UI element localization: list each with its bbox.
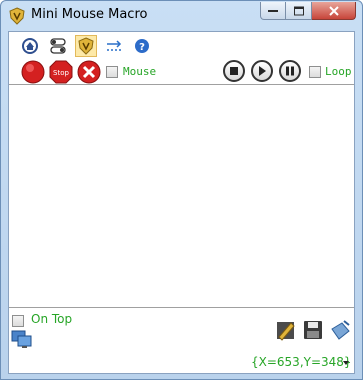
app-window: Mini Mouse Macro ? Stop Mouse Loop On To… bbox=[0, 0, 363, 380]
shield-logo-icon bbox=[9, 7, 25, 25]
title-bar[interactable]: Mini Mouse Macro bbox=[1, 1, 362, 31]
cursor-coordinates: {X=653,Y=348} bbox=[251, 355, 352, 369]
toggles-icon bbox=[50, 38, 66, 54]
ontop-label: On Top bbox=[31, 312, 73, 326]
stop-record-button[interactable]: Stop bbox=[49, 60, 73, 84]
help-button[interactable]: ? bbox=[131, 35, 153, 57]
mouse-checkbox[interactable] bbox=[106, 66, 118, 78]
loop-label: Loop bbox=[325, 65, 352, 78]
help-icon: ? bbox=[135, 39, 149, 53]
toolbar-row-1: ? bbox=[19, 35, 159, 57]
loop-checkbox[interactable] bbox=[309, 66, 321, 78]
home-button[interactable] bbox=[19, 35, 41, 57]
toggles-button[interactable] bbox=[47, 35, 69, 57]
maximize-icon bbox=[293, 6, 304, 15]
stop-playback-button[interactable] bbox=[223, 60, 245, 82]
window-title: Mini Mouse Macro bbox=[31, 7, 148, 22]
ontop-checkbox[interactable] bbox=[12, 315, 24, 327]
home-icon bbox=[22, 38, 38, 54]
stop-label: Stop bbox=[53, 69, 69, 77]
edit-macro-icon[interactable] bbox=[275, 319, 297, 341]
pause-button[interactable] bbox=[279, 60, 301, 82]
save-icon[interactable] bbox=[302, 319, 324, 341]
play-button[interactable] bbox=[251, 60, 273, 82]
macro-shield-icon bbox=[78, 37, 94, 55]
minimize-button[interactable] bbox=[260, 2, 286, 20]
play-icon bbox=[259, 66, 266, 76]
arrow-dots-button[interactable] bbox=[103, 35, 125, 57]
macro-list[interactable] bbox=[9, 84, 354, 308]
mouse-label: Mouse bbox=[123, 65, 157, 78]
record-button[interactable] bbox=[21, 60, 45, 84]
pause-icon bbox=[286, 66, 294, 76]
maximize-button[interactable] bbox=[286, 2, 312, 20]
stop-icon bbox=[230, 67, 238, 75]
svg-text:?: ? bbox=[139, 42, 145, 53]
close-icon bbox=[328, 5, 339, 16]
client-area: ? Stop Mouse Loop On Top {X=653,Y=348} bbox=[8, 31, 355, 374]
clear-icon[interactable] bbox=[329, 319, 351, 341]
close-button[interactable] bbox=[312, 2, 356, 20]
macro-shield-button[interactable] bbox=[75, 35, 97, 57]
chevron-down-icon[interactable] bbox=[343, 361, 349, 365]
arrow-dots-icon bbox=[107, 40, 122, 51]
minimize-icon bbox=[268, 9, 278, 12]
caption-buttons bbox=[260, 2, 356, 20]
toolbar-row-2: Stop Mouse Loop bbox=[19, 58, 352, 84]
monitors-icon[interactable] bbox=[11, 330, 33, 350]
delete-button[interactable] bbox=[77, 60, 101, 84]
